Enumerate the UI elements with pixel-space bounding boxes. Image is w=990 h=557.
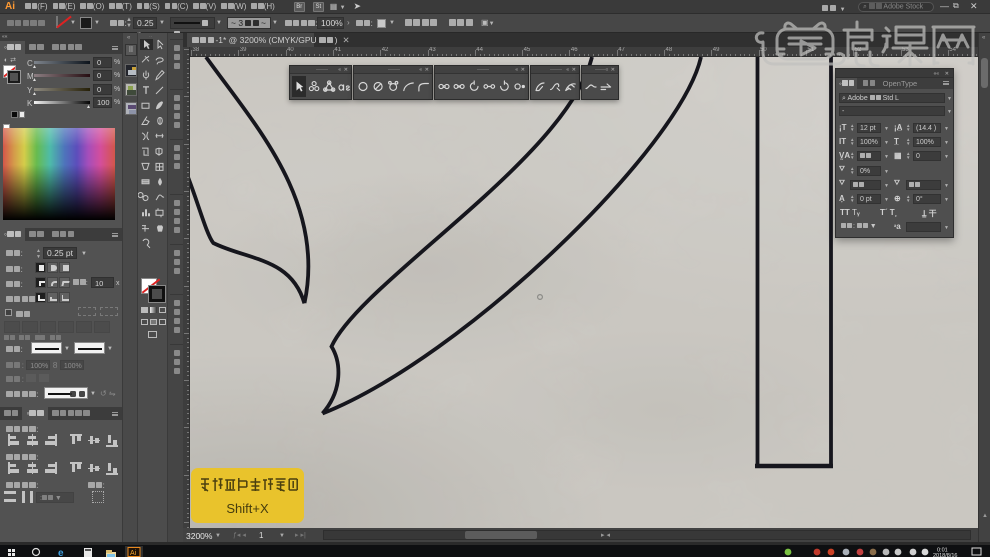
svg-text:2018/8/16: 2018/8/16	[933, 553, 957, 557]
svg-text:e: e	[58, 548, 64, 557]
svg-text:Ai: Ai	[130, 550, 137, 557]
